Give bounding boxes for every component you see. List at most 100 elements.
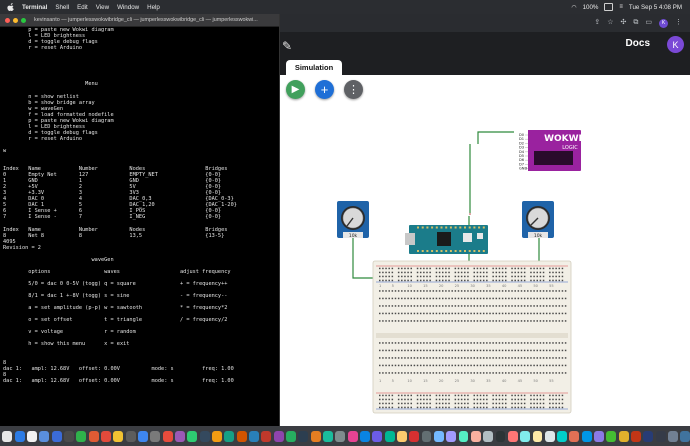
breadboard-hole[interactable] (505, 394, 507, 397)
breadboard-hole[interactable] (467, 271, 469, 274)
breadboard-hole[interactable] (486, 402, 488, 405)
breadboard-hole[interactable] (549, 271, 551, 274)
nano-pin[interactable] (478, 250, 481, 252)
breadboard-hole[interactable] (498, 342, 501, 344)
dock-app-icon[interactable] (248, 430, 259, 442)
breadboard-hole[interactable] (486, 406, 488, 409)
breadboard-hole[interactable] (470, 290, 472, 292)
breadboard-hole[interactable] (536, 271, 539, 274)
breadboard[interactable]: 1155101015152020252530303535404045455050… (372, 260, 572, 414)
breadboard-hole[interactable] (501, 349, 504, 352)
breadboard-hole[interactable] (505, 364, 507, 367)
breadboard-hole[interactable] (564, 312, 567, 315)
breadboard-hole[interactable] (404, 349, 406, 352)
breadboard-hole[interactable] (482, 357, 485, 359)
breadboard-hole[interactable] (514, 349, 516, 352)
breadboard-hole[interactable] (416, 305, 419, 307)
breadboard-hole[interactable] (454, 267, 457, 270)
breadboard-hole[interactable] (508, 349, 510, 352)
breadboard-hole[interactable] (464, 406, 466, 409)
breadboard-hole[interactable] (457, 406, 460, 409)
breadboard-hole[interactable] (457, 320, 460, 322)
breadboard-hole[interactable] (482, 312, 485, 315)
extension-icon[interactable]: ✣ (621, 19, 627, 27)
nano-pin[interactable] (459, 226, 462, 229)
dock-app-icon[interactable] (458, 430, 469, 442)
breadboard-hole[interactable] (382, 312, 384, 315)
breadboard-hole[interactable] (382, 349, 384, 352)
breadboard-hole[interactable] (486, 297, 488, 300)
breadboard-hole[interactable] (429, 398, 431, 401)
breadboard-hole[interactable] (501, 342, 504, 344)
breadboard-hole[interactable] (460, 275, 463, 278)
breadboard-hole[interactable] (486, 312, 488, 315)
breadboard-hole[interactable] (391, 305, 394, 307)
breadboard-hole[interactable] (385, 398, 387, 401)
breadboard-hole[interactable] (401, 357, 403, 359)
breadboard-hole[interactable] (533, 320, 535, 322)
breadboard-hole[interactable] (470, 357, 472, 359)
breadboard-hole[interactable] (391, 406, 394, 409)
breadboard-hole[interactable] (561, 394, 564, 397)
breadboard-hole[interactable] (536, 297, 539, 300)
nano-pin[interactable] (435, 250, 438, 252)
breadboard-hole[interactable] (416, 402, 419, 405)
breadboard-hole[interactable] (533, 372, 535, 374)
breadboard-hole[interactable] (492, 267, 494, 270)
breadboard-hole[interactable] (442, 372, 444, 374)
nano-pin[interactable] (449, 226, 452, 229)
breadboard-hole[interactable] (410, 394, 413, 397)
breadboard-hole[interactable] (407, 320, 409, 322)
breadboard-hole[interactable] (479, 406, 482, 409)
breadboard-hole[interactable] (539, 290, 542, 292)
breadboard-hole[interactable] (385, 342, 387, 344)
breadboard-hole[interactable] (492, 398, 494, 401)
breadboard-hole[interactable] (438, 305, 441, 307)
breadboard-hole[interactable] (404, 312, 406, 315)
breadboard-hole[interactable] (467, 320, 469, 322)
breadboard-hole[interactable] (511, 394, 513, 397)
breadboard-hole[interactable] (558, 279, 561, 282)
terminal-window[interactable]: kevinsanto — jumperlesswokwibridge_cli —… (0, 14, 280, 426)
breadboard-hole[interactable] (454, 275, 457, 278)
breadboard-hole[interactable] (473, 402, 476, 405)
breadboard-hole[interactable] (533, 349, 535, 352)
breadboard-hole[interactable] (460, 271, 463, 274)
breadboard-hole[interactable] (479, 342, 482, 344)
menu-edit[interactable]: Edit (77, 4, 88, 11)
dock-app-icon[interactable] (88, 430, 99, 442)
breadboard-hole[interactable] (539, 275, 542, 278)
menu-help[interactable]: Help (147, 4, 160, 11)
breadboard-hole[interactable] (539, 279, 542, 282)
breadboard-hole[interactable] (385, 364, 387, 367)
breadboard-hole[interactable] (404, 290, 406, 292)
breadboard-hole[interactable] (397, 394, 400, 397)
breadboard-hole[interactable] (426, 398, 428, 401)
breadboard-hole[interactable] (385, 357, 387, 359)
breadboard-hole[interactable] (552, 297, 554, 300)
breadboard-hole[interactable] (435, 364, 438, 367)
breadboard-hole[interactable] (451, 342, 453, 344)
breadboard-hole[interactable] (426, 402, 428, 405)
breadboard-hole[interactable] (517, 275, 520, 278)
breadboard-hole[interactable] (391, 312, 394, 315)
breadboard-hole[interactable] (539, 364, 542, 367)
nano-pin[interactable] (454, 250, 457, 252)
breadboard-hole[interactable] (511, 342, 513, 344)
breadboard-hole[interactable] (457, 394, 460, 397)
breadboard-hole[interactable] (523, 271, 526, 274)
breadboard-hole[interactable] (473, 279, 476, 282)
breadboard-hole[interactable] (470, 364, 472, 367)
breadboard-hole[interactable] (454, 320, 457, 322)
dock-app-icon[interactable] (668, 430, 679, 442)
breadboard-hole[interactable] (520, 279, 523, 282)
dock-app-icon[interactable] (372, 430, 383, 442)
breadboard-hole[interactable] (416, 312, 419, 315)
breadboard-hole[interactable] (545, 290, 548, 292)
breadboard-hole[interactable] (382, 275, 384, 278)
breadboard-hole[interactable] (523, 312, 526, 315)
breadboard-hole[interactable] (473, 305, 476, 307)
nano-pin[interactable] (464, 226, 466, 229)
breadboard-hole[interactable] (514, 279, 516, 282)
breadboard-hole[interactable] (457, 364, 460, 367)
